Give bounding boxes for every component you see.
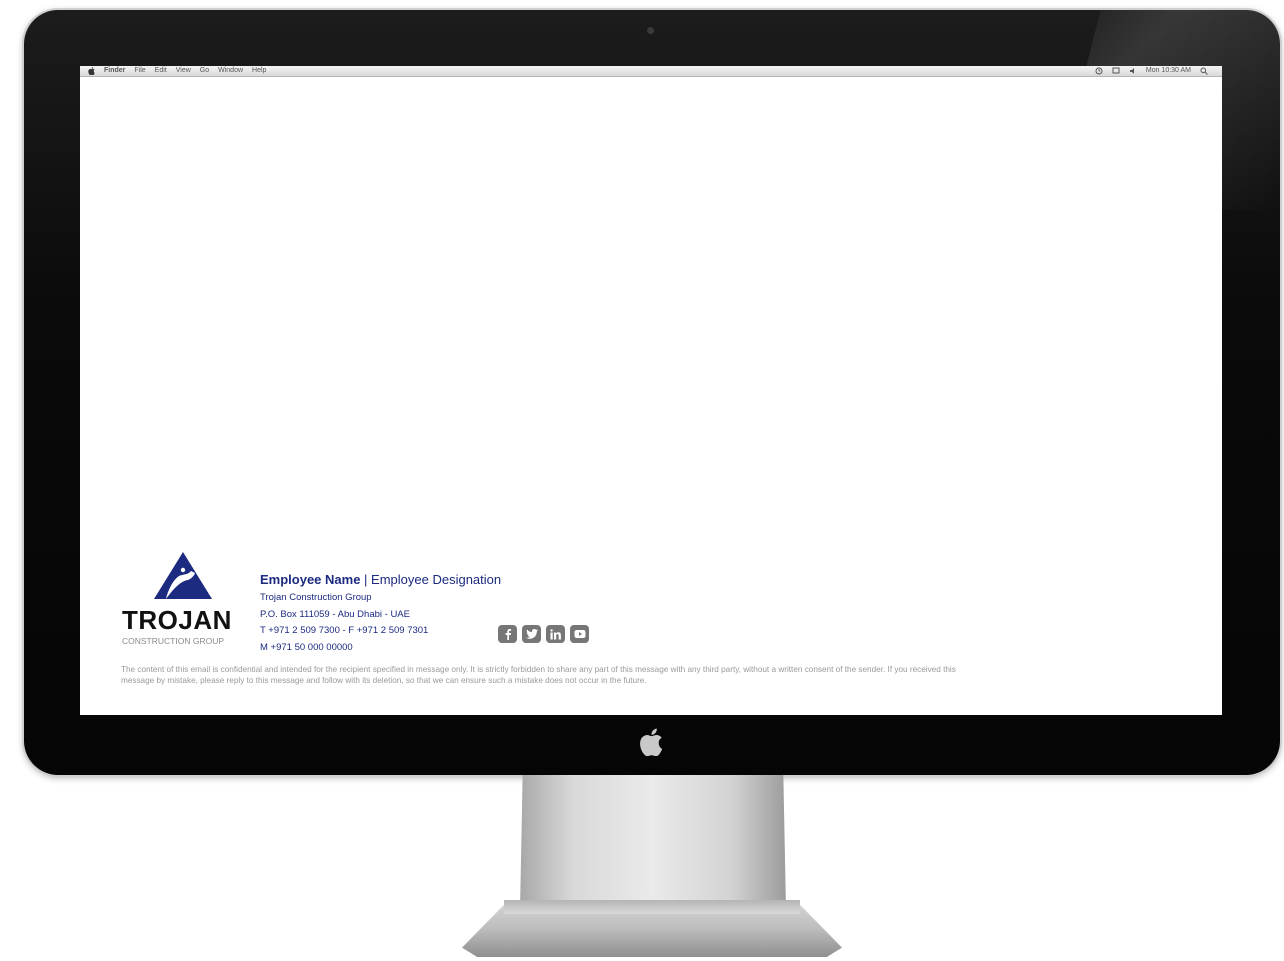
- screen: Finder File Edit View Go Window Help Mon…: [80, 66, 1222, 715]
- brand-subtitle: CONSTRUCTION GROUP: [122, 636, 224, 646]
- facebook-icon[interactable]: [498, 625, 517, 643]
- postal-address: P.O. Box 111059 - Abu Dhabi - UAE: [260, 608, 410, 620]
- menu-edit[interactable]: Edit: [155, 66, 167, 76]
- volume-icon[interactable]: [1129, 67, 1137, 75]
- social-links: [498, 625, 589, 643]
- menubar-clock[interactable]: Mon 10:30 AM: [1146, 66, 1191, 76]
- spotlight-search-icon[interactable]: [1200, 67, 1208, 75]
- apple-logo-icon: [640, 728, 663, 756]
- name-line: Employee Name | Employee Designation: [260, 572, 501, 587]
- signature-info: Employee Name | Employee Designation Tro…: [260, 572, 501, 656]
- camera-icon: [647, 27, 654, 34]
- apple-menu-icon[interactable]: [88, 67, 95, 75]
- time-machine-icon[interactable]: [1095, 67, 1103, 75]
- monitor-bezel: Finder File Edit View Go Window Help Mon…: [24, 10, 1280, 775]
- trojan-logo-icon: [154, 552, 212, 599]
- menu-window[interactable]: Window: [218, 66, 243, 76]
- brand-name: TROJAN: [122, 605, 232, 635]
- menubar: Finder File Edit View Go Window Help Mon…: [80, 66, 1222, 77]
- linkedin-icon[interactable]: [546, 625, 565, 643]
- menu-go[interactable]: Go: [200, 66, 209, 76]
- menu-app-name[interactable]: Finder: [104, 66, 125, 76]
- twitter-icon[interactable]: [522, 625, 541, 643]
- monitor-stand-shadow: [504, 900, 800, 914]
- company-name: Trojan Construction Group: [260, 592, 372, 603]
- menu-view[interactable]: View: [176, 66, 191, 76]
- mobile-number: M +971 50 000 00000: [260, 641, 353, 653]
- employee-name: Employee Name: [260, 572, 361, 587]
- display-icon[interactable]: [1112, 67, 1120, 75]
- name-separator: |: [360, 572, 372, 587]
- youtube-icon[interactable]: [570, 625, 589, 643]
- menu-help[interactable]: Help: [252, 66, 266, 76]
- employee-designation: Employee Designation: [371, 572, 502, 587]
- monitor-stand-neck: [520, 775, 786, 910]
- menu-file[interactable]: File: [134, 66, 145, 76]
- confidentiality-disclaimer: The content of this email is confidentia…: [121, 665, 956, 685]
- phone-fax: T +971 2 509 7300 - F +971 2 509 7301: [260, 625, 429, 636]
